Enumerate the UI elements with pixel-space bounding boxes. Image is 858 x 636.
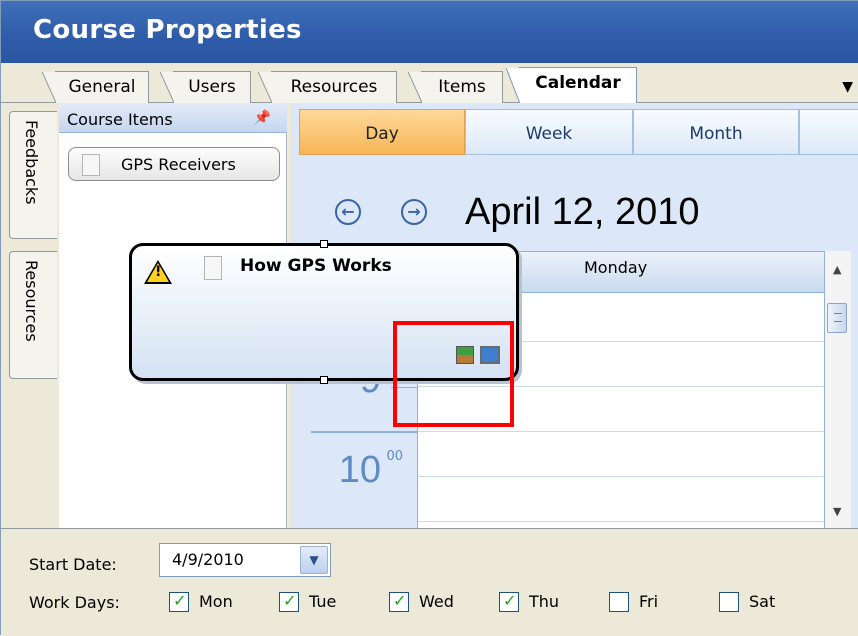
view-tab-week[interactable]: Week bbox=[465, 109, 633, 155]
tab-general-label: General bbox=[68, 77, 136, 97]
workday-label: Tue bbox=[309, 592, 337, 611]
workday-label: Mon bbox=[199, 592, 233, 611]
hour-10: 10 00 bbox=[311, 431, 417, 521]
chevron-down-icon[interactable]: ▼ bbox=[300, 546, 328, 574]
next-arrow-icon[interactable]: → bbox=[401, 199, 427, 225]
scroll-up-icon[interactable]: ▲ bbox=[833, 263, 841, 276]
hour-label: 10 bbox=[338, 449, 381, 491]
course-items-header: Course Items 📌 bbox=[59, 103, 287, 133]
tab-items-label: Items bbox=[438, 77, 486, 97]
calendar-settings: Start Date: 4/9/2010 ▼ Work Days: ✓ Mon … bbox=[1, 528, 858, 636]
window-title: Course Properties bbox=[33, 15, 302, 45]
side-tab-strip: Feedbacks Resources bbox=[1, 103, 59, 528]
day-name: Monday bbox=[584, 258, 648, 277]
tab-strip: General Users Resources Items Calendar ▼ bbox=[1, 63, 858, 104]
tab-users-label: Users bbox=[188, 77, 236, 97]
course-items-title: Course Items bbox=[67, 110, 173, 129]
calendar-view-tabs: Day Week Month bbox=[299, 109, 858, 155]
vertical-scrollbar[interactable]: ▲ ▼ bbox=[825, 251, 851, 528]
work-days-label: Work Days: bbox=[29, 593, 120, 612]
workday-label: Sat bbox=[749, 592, 776, 611]
title-bar: Course Properties bbox=[1, 1, 858, 63]
scrollbar-thumb[interactable] bbox=[827, 303, 847, 333]
side-tab-feedbacks-label: Feedbacks bbox=[22, 120, 41, 205]
checkmark-icon: ✓ bbox=[173, 591, 187, 610]
course-properties-window: Course Properties General Users Resource… bbox=[0, 0, 858, 636]
view-tab-empty bbox=[799, 109, 858, 155]
appointment-title: How GPS Works bbox=[240, 256, 392, 276]
resize-handle-bottom[interactable] bbox=[320, 376, 328, 384]
highlight-box bbox=[393, 321, 514, 427]
workday-label: Fri bbox=[639, 592, 659, 611]
workday-label: Thu bbox=[529, 592, 560, 611]
tab-resources[interactable]: Resources bbox=[258, 71, 397, 103]
tab-resources-label: Resources bbox=[290, 77, 378, 97]
previous-arrow-icon[interactable]: ← bbox=[335, 199, 361, 225]
scroll-down-icon[interactable]: ▼ bbox=[833, 505, 841, 518]
start-date-picker[interactable]: 4/9/2010 ▼ bbox=[159, 543, 331, 577]
document-icon bbox=[82, 154, 100, 176]
workday-label: Wed bbox=[419, 592, 454, 611]
view-tab-month[interactable]: Month bbox=[633, 109, 799, 155]
course-item-label: GPS Receivers bbox=[121, 155, 236, 174]
warning-mark: ! bbox=[155, 264, 162, 280]
tab-calendar-label: Calendar bbox=[535, 73, 621, 93]
hour-suffix: 00 bbox=[386, 449, 403, 464]
course-item-gps-receivers[interactable]: GPS Receivers bbox=[68, 147, 280, 181]
view-tab-day[interactable]: Day bbox=[299, 109, 465, 155]
tab-users[interactable]: Users bbox=[160, 71, 251, 103]
resize-handle-top[interactable] bbox=[320, 240, 328, 248]
tab-overflow-dropdown-icon[interactable]: ▼ bbox=[842, 79, 853, 95]
side-tab-resources[interactable]: Resources bbox=[9, 251, 57, 379]
current-date-title: April 12, 2010 bbox=[465, 191, 700, 233]
checkmark-icon: ✓ bbox=[503, 591, 517, 610]
date-navigation: ← → April 12, 2010 bbox=[321, 183, 841, 243]
pin-icon[interactable]: 📌 bbox=[254, 110, 271, 126]
start-date-label: Start Date: bbox=[29, 555, 117, 574]
start-date-value: 4/9/2010 bbox=[172, 550, 244, 569]
checkmark-icon: ✓ bbox=[393, 591, 407, 610]
checkmark-icon: ✓ bbox=[283, 591, 297, 610]
tab-calendar[interactable]: Calendar bbox=[506, 67, 637, 104]
tab-items[interactable]: Items bbox=[408, 71, 503, 103]
side-tab-resources-label: Resources bbox=[22, 260, 41, 342]
tab-general[interactable]: General bbox=[42, 71, 149, 103]
document-icon bbox=[204, 256, 222, 280]
side-tab-feedbacks[interactable]: Feedbacks bbox=[9, 111, 57, 239]
